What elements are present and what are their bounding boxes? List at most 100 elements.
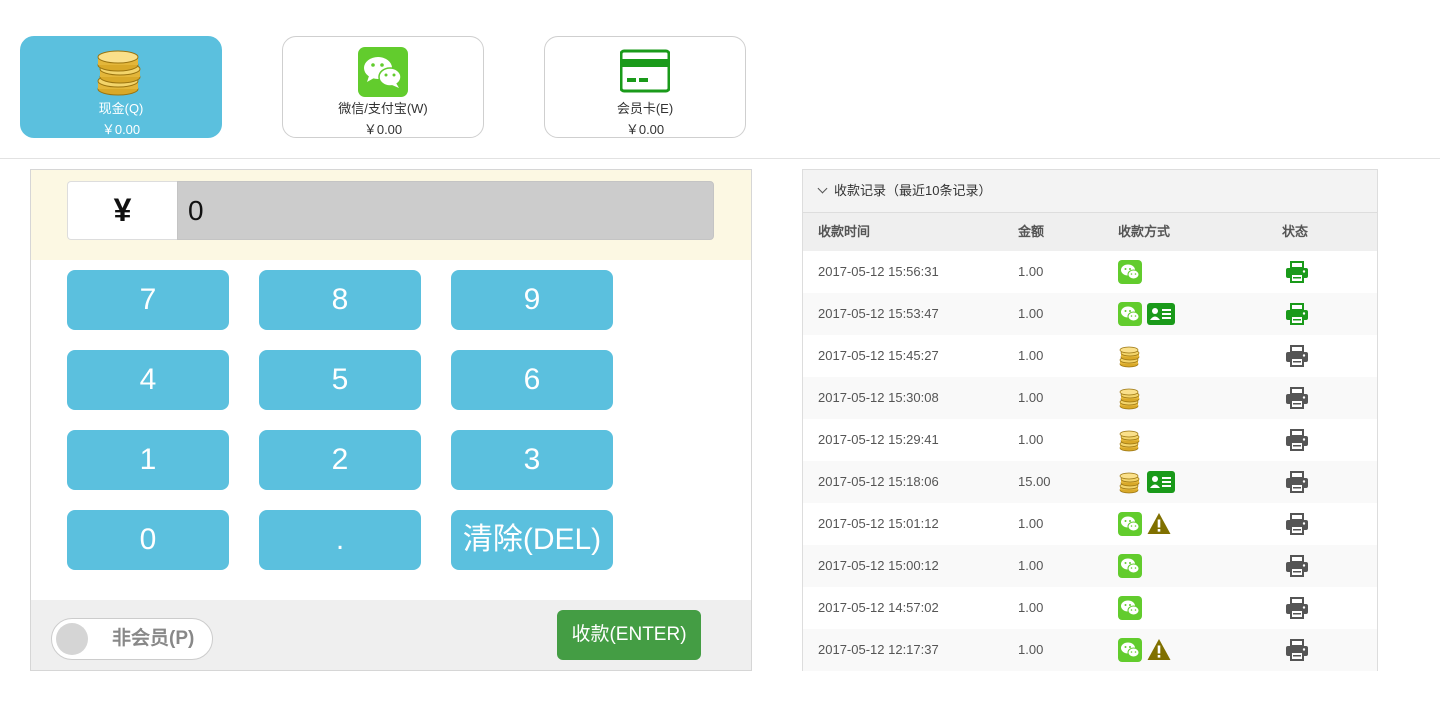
currency-symbol: ¥ — [67, 181, 177, 240]
keypad-panel: ¥ 0 7 8 9 4 5 6 1 2 3 0 . 清除(DEL) 非会员(P)… — [30, 169, 752, 671]
row-methods — [1118, 470, 1180, 494]
member-toggle-label: 非会员(P) — [112, 628, 195, 649]
key-decimal[interactable]: . — [259, 510, 421, 570]
chevron-down-icon — [817, 183, 828, 194]
wechat-icon — [1118, 638, 1142, 662]
table-row: 2017-05-12 15:53:47 1.00 — [803, 293, 1377, 335]
collect-button[interactable]: 收款(ENTER) — [557, 610, 701, 660]
wechat-icon — [1118, 302, 1142, 326]
key-8[interactable]: 8 — [259, 270, 421, 330]
member-card-icon — [1147, 470, 1175, 494]
row-amount: 1.00 — [1018, 600, 1044, 615]
row-amount: 1.00 — [1018, 642, 1044, 657]
col-method: 收款方式 — [1118, 224, 1171, 239]
key-4[interactable]: 4 — [67, 350, 229, 410]
col-time: 收款时间 — [818, 224, 871, 239]
printer-icon[interactable] — [1285, 512, 1309, 536]
method-label: 会员卡(E) — [616, 101, 674, 116]
toggle-knob — [56, 623, 88, 655]
table-row: 2017-05-12 15:45:27 1.00 — [803, 335, 1377, 377]
printer-icon[interactable] — [1285, 638, 1309, 662]
row-time: 2017-05-12 15:45:27 — [818, 348, 939, 363]
row-time: 2017-05-12 15:01:12 — [818, 516, 939, 531]
table-row: 2017-05-12 12:17:37 1.00 — [803, 629, 1377, 671]
col-amount: 金额 — [1018, 224, 1045, 239]
key-0[interactable]: 0 — [67, 510, 229, 570]
method-amount: ￥0.00 — [101, 122, 141, 137]
printer-icon[interactable] — [1285, 554, 1309, 578]
row-amount: 1.00 — [1018, 390, 1044, 405]
printer-icon[interactable] — [1285, 470, 1309, 494]
printer-icon[interactable] — [1285, 386, 1309, 410]
row-time: 2017-05-12 14:57:02 — [818, 600, 939, 615]
printer-icon[interactable] — [1285, 428, 1309, 452]
records-columns: 收款时间 金额 收款方式 状态 — [803, 213, 1377, 251]
key-1[interactable]: 1 — [67, 430, 229, 490]
member-card-icon — [1147, 302, 1175, 326]
table-row: 2017-05-12 15:00:12 1.00 — [803, 545, 1377, 587]
method-label: 微信/支付宝(W) — [338, 101, 428, 116]
row-time: 2017-05-12 15:53:47 — [818, 306, 939, 321]
method-wechat-alipay[interactable]: 微信/支付宝(W) ￥0.00 — [282, 36, 484, 138]
warning-icon — [1147, 512, 1171, 536]
key-6[interactable]: 6 — [451, 350, 613, 410]
method-amount: ￥0.00 — [363, 122, 403, 137]
key-3[interactable]: 3 — [451, 430, 613, 490]
row-methods — [1118, 428, 1147, 452]
method-member-card[interactable]: 会员卡(E) ￥0.00 — [544, 36, 746, 138]
amount-input[interactable]: 0 — [177, 181, 714, 240]
row-amount: 1.00 — [1018, 516, 1044, 531]
method-label: 现金(Q) — [98, 101, 144, 116]
row-methods — [1118, 596, 1147, 620]
clear-button[interactable]: 清除(DEL) — [451, 510, 613, 570]
payment-methods: 现金(Q) ￥0.00 微信/支付宝(W) ￥0.00 会员卡(E) ￥0.00 — [0, 0, 1440, 159]
coins-icon — [1118, 386, 1142, 410]
wechat-icon — [358, 47, 408, 97]
row-amount: 1.00 — [1018, 558, 1044, 573]
records-header[interactable]: 收款记录（最近10条记录） — [803, 170, 1377, 213]
member-toggle[interactable]: 非会员(P) — [51, 618, 213, 660]
records-panel: 收款记录（最近10条记录） 收款时间 金额 收款方式 状态 2017-05-12… — [802, 169, 1378, 671]
row-methods — [1118, 302, 1180, 326]
printer-icon[interactable] — [1285, 344, 1309, 368]
card-icon — [620, 49, 670, 93]
wechat-icon — [1118, 512, 1142, 536]
pad-footer: 非会员(P) 收款(ENTER) — [31, 600, 751, 670]
wechat-icon — [1118, 554, 1142, 578]
key-9[interactable]: 9 — [451, 270, 613, 330]
col-status: 状态 — [1282, 224, 1309, 239]
row-methods — [1118, 554, 1147, 578]
row-amount: 1.00 — [1018, 348, 1044, 363]
table-row: 2017-05-12 15:18:06 15.00 — [803, 461, 1377, 503]
row-methods — [1118, 344, 1147, 368]
table-row: 2017-05-12 15:01:12 1.00 — [803, 503, 1377, 545]
coins-icon — [1118, 344, 1142, 368]
row-methods — [1118, 386, 1147, 410]
printer-icon[interactable] — [1285, 302, 1309, 326]
wechat-icon — [1118, 596, 1142, 620]
coins-icon — [97, 50, 141, 96]
table-row: 2017-05-12 14:57:02 1.00 — [803, 587, 1377, 629]
records-title: 收款记录（最近10条记录） — [834, 183, 992, 198]
coins-icon — [1118, 470, 1142, 494]
row-time: 2017-05-12 15:18:06 — [818, 474, 939, 489]
method-amount: ￥0.00 — [625, 122, 665, 137]
printer-icon[interactable] — [1285, 596, 1309, 620]
row-time: 2017-05-12 15:00:12 — [818, 558, 939, 573]
warning-icon — [1147, 638, 1171, 662]
key-7[interactable]: 7 — [67, 270, 229, 330]
coins-icon — [1118, 428, 1142, 452]
row-methods — [1118, 260, 1147, 284]
row-time: 2017-05-12 15:56:31 — [818, 264, 939, 279]
table-row: 2017-05-12 15:56:31 1.00 — [803, 251, 1377, 293]
row-time: 2017-05-12 12:17:37 — [818, 642, 939, 657]
key-2[interactable]: 2 — [259, 430, 421, 490]
row-amount: 15.00 — [1018, 474, 1051, 489]
row-methods — [1118, 638, 1176, 662]
key-5[interactable]: 5 — [259, 350, 421, 410]
table-row: 2017-05-12 15:30:08 1.00 — [803, 377, 1377, 419]
method-cash[interactable]: 现金(Q) ￥0.00 — [20, 36, 222, 138]
row-time: 2017-05-12 15:29:41 — [818, 432, 939, 447]
printer-icon[interactable] — [1285, 260, 1309, 284]
row-amount: 1.00 — [1018, 306, 1044, 321]
